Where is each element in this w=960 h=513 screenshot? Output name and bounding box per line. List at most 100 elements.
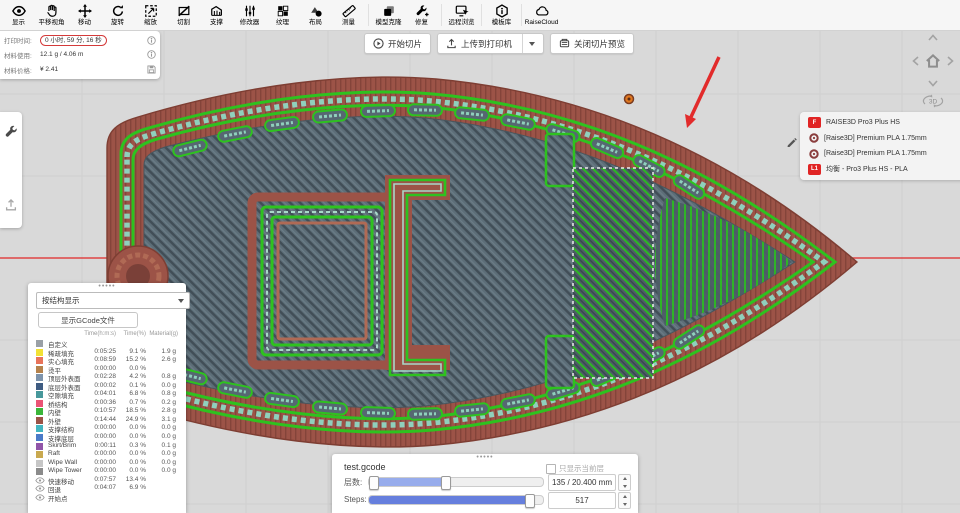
toolbar-item[interactable]: 切割 — [167, 1, 200, 29]
toolbar-separator — [521, 4, 522, 26]
steps-spinner[interactable] — [618, 492, 631, 509]
info-row: 打印时间: 0 小时, 59 分, 16 秒 — [4, 34, 156, 47]
chevron-up-icon[interactable] — [928, 34, 938, 41]
spinner-up-icon[interactable] — [623, 495, 627, 498]
layers-slider[interactable] — [368, 477, 544, 487]
table-row[interactable]: 快速移动 0:07:57 13.4 % — [28, 476, 186, 485]
table-row[interactable]: Wipe Wall 0:00:00 0.0 % 0.0 g — [28, 459, 186, 468]
table-row[interactable]: Skirt/Brim 0:00:11 0.3 % 0.1 g — [28, 442, 186, 451]
color-swatch — [36, 391, 43, 398]
info-icon[interactable] — [147, 36, 156, 45]
table-row[interactable]: 烫平 0:00:00 0.0 % — [28, 365, 186, 374]
printer-config-row[interactable]: [Raise3D] Premium PLA 1.75mm — [808, 148, 960, 160]
table-row[interactable]: 顶层外表面 0:02:28 4.2 % 0.8 g — [28, 373, 186, 382]
toolbar-item[interactable]: 缩放 — [134, 1, 167, 29]
left-tool-rail — [0, 112, 22, 228]
play-icon — [373, 38, 384, 49]
drag-handle-dots[interactable]: ••••• — [98, 284, 115, 290]
toolbar-item[interactable]: 显示 — [2, 1, 35, 29]
steps-value-box[interactable]: 517 — [548, 492, 616, 509]
steps-slider-fill — [369, 496, 531, 504]
toolbar-item[interactable]: 测量 — [332, 1, 365, 29]
slot-top — [546, 134, 574, 186]
table-row[interactable]: 支撑结构 0:00:00 0.0 % 0.0 g — [28, 424, 186, 433]
printer-config-row[interactable]: [Raise3D] Premium PLA 1.75mm — [808, 132, 960, 144]
toolbar-item[interactable]: 支撑 — [200, 1, 233, 29]
chevron-down-icon — [529, 42, 535, 46]
display-mode-dropdown[interactable]: 按结构显示 — [36, 292, 190, 309]
table-row[interactable]: 桥结构 0:00:36 0.7 % 0.2 g — [28, 399, 186, 408]
show-gcode-button[interactable]: 显示GCode文件 — [38, 312, 138, 328]
toolbar-item[interactable]: 模型克隆 — [372, 1, 405, 29]
upload-to-printer-button[interactable]: 上传到打印机 — [437, 33, 544, 54]
texture-icon — [276, 4, 290, 18]
eyesmall-icon[interactable] — [35, 485, 45, 492]
layout-icon — [309, 4, 323, 18]
toolbar-item[interactable]: 旋转 — [101, 1, 134, 29]
gcode-filename: test.gcode — [344, 462, 386, 472]
spinner-up-icon[interactable] — [623, 477, 627, 480]
rotate-3d-icon[interactable]: 3D — [922, 92, 944, 110]
clone-icon — [382, 4, 396, 18]
toolbar-item[interactable]: RaiseCloud — [525, 1, 558, 29]
dashed-region — [573, 168, 653, 378]
table-row[interactable]: 自定义 — [28, 339, 186, 348]
spinner-down-icon[interactable] — [623, 503, 627, 506]
steps-slider-handle[interactable] — [525, 494, 535, 508]
color-swatch — [36, 434, 43, 441]
col-header-material: Material(g) — [140, 331, 178, 337]
current-layer-only-option[interactable]: 只显示当前层 — [546, 463, 604, 474]
layers-slider-handle[interactable] — [441, 476, 451, 490]
home-icon[interactable] — [924, 52, 942, 70]
toolbar-item[interactable]: 模板库 — [485, 1, 518, 29]
chevron-left-icon[interactable] — [912, 56, 919, 66]
config-chip-icon: F — [808, 117, 821, 128]
edit-pencil-icon[interactable] — [786, 136, 797, 147]
toolbar-item[interactable]: 修改器 — [233, 1, 266, 29]
table-row[interactable]: 底层外表面 0:00:02 0.1 % 0.0 g — [28, 382, 186, 391]
view-navigation: 3D — [904, 30, 960, 110]
toolbar-separator — [441, 4, 442, 26]
toolbar-item[interactable]: 纹理 — [266, 1, 299, 29]
chevron-down-icon[interactable] — [928, 80, 938, 87]
color-swatch — [36, 425, 43, 432]
table-row[interactable]: 内壁 0:10:57 18.5 % 2.8 g — [28, 407, 186, 416]
chevron-right-icon[interactable] — [947, 56, 954, 66]
floppy-icon[interactable] — [147, 65, 156, 74]
layers-slider-handle-min[interactable] — [369, 476, 379, 490]
table-row[interactable]: 外壁 0:14:44 24.9 % 3.1 g — [28, 416, 186, 425]
action-buttons: 开始切片 上传到打印机 关闭切片预览 — [364, 33, 634, 54]
toolbar-item[interactable]: 移动 — [68, 1, 101, 29]
toolbar-item[interactable]: 布局 — [299, 1, 332, 29]
table-row[interactable]: 开始点 — [28, 493, 186, 502]
table-row[interactable]: 回退 0:04:07 6.9 % — [28, 484, 186, 493]
eyesmall-icon[interactable] — [35, 477, 45, 484]
table-row[interactable]: Wipe Tower 0:00:00 0.0 % 0.0 g — [28, 467, 186, 476]
table-row[interactable]: Raft 0:00:00 0.0 % 0.0 g — [28, 450, 186, 459]
info-icon[interactable] — [147, 50, 156, 59]
printer-config-row[interactable]: L1 均衡 - Pro3 Plus HS - PLA — [808, 163, 960, 175]
toolbar-item[interactable]: 远程浏览 — [445, 1, 478, 29]
table-row[interactable]: 实心填充 0:08:59 15.2 % 2.6 g — [28, 356, 186, 365]
layers-value-box[interactable]: 135 / 20.400 mm — [548, 474, 616, 491]
close-preview-button[interactable]: 关闭切片预览 — [550, 33, 634, 54]
wrench-icon[interactable] — [4, 124, 18, 138]
toolbar-item[interactable]: 修复 — [405, 1, 438, 29]
eyesmall-icon[interactable] — [35, 494, 45, 501]
start-slice-button[interactable]: 开始切片 — [364, 33, 431, 54]
steps-slider[interactable] — [368, 495, 544, 505]
checkbox[interactable] — [546, 464, 556, 474]
printer-config-row[interactable]: F RAISE3D Pro3 Plus HS — [808, 117, 960, 129]
upload-dropdown-toggle[interactable] — [522, 34, 535, 53]
color-swatch — [36, 451, 43, 458]
table-row[interactable]: 稀疏填充 0:05:25 9.1 % 1.9 g — [28, 348, 186, 357]
table-row[interactable]: 支撑底层 0:00:00 0.0 % 0.0 g — [28, 433, 186, 442]
spinner-down-icon[interactable] — [623, 485, 627, 488]
table-row[interactable]: 空隙填充 0:04:01 6.8 % 0.8 g — [28, 390, 186, 399]
layers-spinner[interactable] — [618, 474, 631, 491]
drag-handle-dots[interactable]: ••••• — [476, 455, 493, 461]
export-icon[interactable] — [4, 198, 18, 212]
layer-control-panel: ••••• test.gcode 只显示当前层 层数: 135 / 20.400… — [332, 454, 638, 513]
cloud-icon — [535, 4, 549, 18]
toolbar-item[interactable]: 平移视角 — [35, 1, 68, 29]
